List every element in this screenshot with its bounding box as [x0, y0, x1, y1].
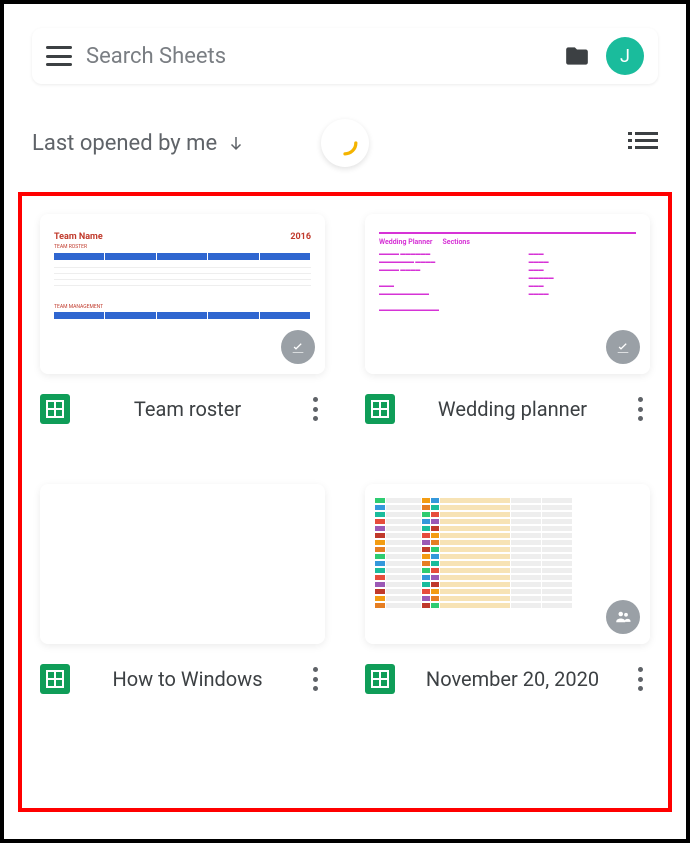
offline-check-icon: [606, 330, 640, 364]
sheets-icon: [40, 664, 70, 694]
sheets-icon: [40, 394, 70, 424]
shared-icon: [606, 600, 640, 634]
file-card: Wedding Planner Sections ▬▬▬▬ ▬▬▬▬▬▬▬▬▬▬…: [365, 214, 650, 424]
file-thumbnail[interactable]: Wedding Planner Sections ▬▬▬▬ ▬▬▬▬▬▬▬▬▬▬…: [365, 214, 650, 374]
file-footer: Wedding planner: [365, 394, 650, 424]
files-grid-highlighted: Team Name 2016 TEAM ROSTER TEAM MANAGEME…: [18, 192, 672, 812]
sort-label-text: Last opened by me: [32, 131, 217, 156]
spinner-icon: [332, 130, 358, 156]
more-options-icon[interactable]: [630, 664, 650, 694]
file-title[interactable]: November 20, 2020: [409, 667, 616, 692]
menu-icon[interactable]: [46, 46, 72, 66]
sort-row: Last opened by me: [32, 118, 658, 168]
folder-icon[interactable]: [562, 43, 592, 69]
sort-dropdown[interactable]: Last opened by me: [32, 131, 245, 156]
thumb-year: 2016: [290, 232, 311, 242]
file-thumbnail[interactable]: [365, 484, 650, 644]
file-title[interactable]: Team roster: [84, 397, 291, 422]
search-input[interactable]: Search Sheets: [86, 44, 548, 69]
thumb-sub: TEAM ROSTER: [54, 244, 311, 250]
header-bar: Search Sheets J: [32, 28, 658, 84]
thumb-title: Team Name: [54, 232, 103, 242]
offline-check-icon: [281, 330, 315, 364]
file-title[interactable]: How to Windows: [84, 667, 291, 692]
sheets-icon: [365, 394, 395, 424]
thumb-h2: Sections: [443, 238, 470, 246]
sheets-icon: [365, 664, 395, 694]
file-title[interactable]: Wedding planner: [409, 397, 616, 422]
file-footer: How to Windows: [40, 664, 325, 694]
file-card: November 20, 2020: [365, 484, 650, 694]
more-options-icon[interactable]: [305, 664, 325, 694]
thumb-h1: Wedding Planner: [379, 238, 433, 246]
thumb-foot: TEAM MANAGEMENT: [54, 304, 311, 310]
more-options-icon[interactable]: [630, 394, 650, 424]
file-footer: Team roster: [40, 394, 325, 424]
file-card: Team Name 2016 TEAM ROSTER TEAM MANAGEME…: [40, 214, 325, 424]
file-card: How to Windows: [40, 484, 325, 694]
file-thumbnail[interactable]: [40, 484, 325, 644]
arrow-down-icon: [227, 134, 245, 152]
avatar[interactable]: J: [606, 37, 644, 75]
loading-spinner: [321, 119, 369, 167]
more-options-icon[interactable]: [305, 394, 325, 424]
file-footer: November 20, 2020: [365, 664, 650, 694]
files-grid: Team Name 2016 TEAM ROSTER TEAM MANAGEME…: [40, 214, 650, 694]
file-thumbnail[interactable]: Team Name 2016 TEAM ROSTER TEAM MANAGEME…: [40, 214, 325, 374]
list-view-icon[interactable]: [628, 130, 658, 156]
